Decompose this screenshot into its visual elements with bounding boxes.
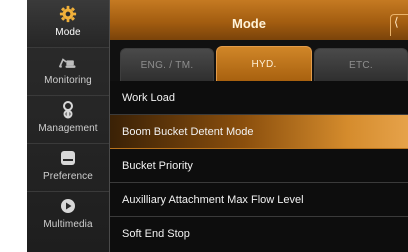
- sidebar-item-label: Preference: [43, 171, 93, 182]
- sidebar-item-label: Monitoring: [44, 75, 92, 86]
- menu-item-label: Boom Bucket Detent Mode: [122, 125, 254, 138]
- sidebar-item-monitoring[interactable]: Monitoring: [27, 48, 109, 96]
- menu-item-soft-end-stop[interactable]: Soft End Stop: [110, 217, 408, 251]
- sidebar: Mode Monitoring Management Preference Mu…: [27, 0, 110, 252]
- display-icon: [58, 148, 78, 168]
- sidebar-item-mode[interactable]: Mode: [27, 0, 109, 48]
- wrench-icon: [58, 100, 78, 120]
- sidebar-item-label: Multimedia: [43, 219, 93, 230]
- menu-item-label: Auxilliary Attachment Max Flow Level: [122, 193, 304, 206]
- gear-icon: [58, 4, 78, 24]
- menu-item-bucket-priority[interactable]: Bucket Priority: [110, 149, 408, 183]
- header-bar: Mode ⟨: [110, 0, 408, 41]
- menu-list: Work Load Boom Bucket Detent Mode Bucket…: [110, 81, 408, 252]
- sidebar-item-label: Management: [38, 123, 98, 134]
- sidebar-item-label: Mode: [55, 27, 81, 38]
- play-icon: [58, 196, 78, 216]
- tab-etc[interactable]: ETC.: [314, 48, 408, 81]
- menu-item-boom-bucket-detent-mode[interactable]: Boom Bucket Detent Mode: [110, 115, 408, 149]
- tab-label: ETC.: [349, 59, 373, 71]
- display-screen: Mode Monitoring Management Preference Mu…: [27, 0, 408, 252]
- menu-item-work-load[interactable]: Work Load: [110, 81, 408, 115]
- tab-bar: ENG. / TM. HYD. ETC.: [110, 40, 408, 81]
- menu-item-label: Work Load: [122, 91, 175, 104]
- tab-eng-tm[interactable]: ENG. / TM.: [120, 48, 214, 81]
- sidebar-item-multimedia[interactable]: Multimedia: [27, 192, 109, 252]
- back-icon: ⟨: [394, 15, 399, 29]
- tab-label: ENG. / TM.: [140, 59, 194, 71]
- tab-hyd[interactable]: HYD.: [216, 46, 312, 81]
- sidebar-item-management[interactable]: Management: [27, 96, 109, 144]
- menu-item-label: Soft End Stop: [122, 228, 190, 240]
- sidebar-item-preference[interactable]: Preference: [27, 144, 109, 192]
- page-title: Mode: [232, 16, 266, 31]
- tab-label: HYD.: [251, 58, 277, 70]
- menu-item-aux-attachment-max-flow[interactable]: Auxilliary Attachment Max Flow Level: [110, 183, 408, 217]
- menu-item-label: Bucket Priority: [122, 159, 193, 172]
- back-button[interactable]: ⟨: [390, 14, 408, 36]
- excavator-icon: [58, 52, 78, 72]
